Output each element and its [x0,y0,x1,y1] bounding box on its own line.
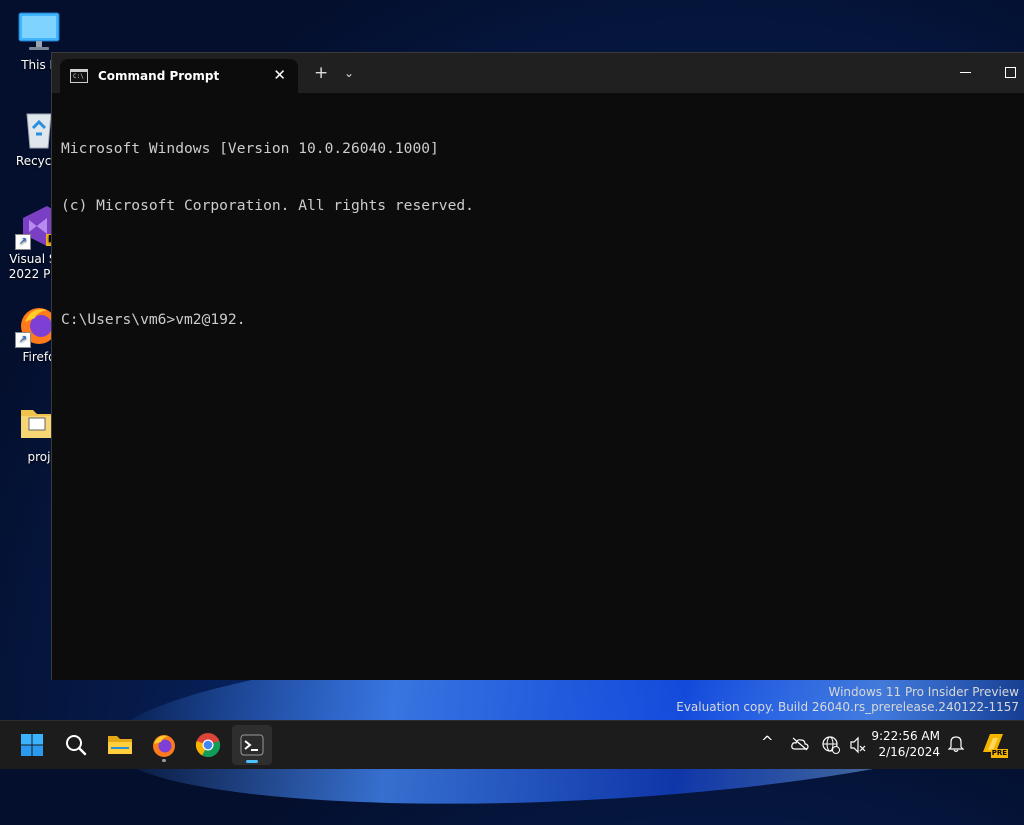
show-hidden-icons-chevron-icon[interactable]: ^ [761,733,774,751]
active-indicator [246,760,258,763]
notification-bell-icon[interactable] [947,735,965,757]
taskbar: ^ 9:22:56 AM 2/16/2024 PRE [0,720,1024,769]
tab-dropdown-button[interactable]: ⌄ [344,64,354,82]
running-indicator [162,759,166,762]
file-explorer-icon [108,736,132,754]
firefox-icon [153,735,175,757]
clock-date: 2/16/2024 [878,745,940,759]
taskbar-clock[interactable]: 9:22:56 AM 2/16/2024 [871,728,940,760]
tab-title: Command Prompt [98,69,220,83]
tab-command-prompt[interactable]: C:\ Command Prompt ✕ [60,59,298,93]
start-button[interactable] [12,725,52,765]
evaluation-watermark: Windows 11 Pro Insider Preview Evaluatio… [676,685,1019,715]
shortcut-arrow-icon: ↗ [15,234,31,250]
volume-muted-icon[interactable] [849,736,867,758]
cmd-glyph: C:\ [73,73,84,80]
onedrive-offline-icon[interactable] [791,737,809,755]
close-tab-icon[interactable]: ✕ [273,67,286,83]
chrome-button[interactable] [188,725,228,765]
watermark-edition: Windows 11 Pro Insider Preview [828,685,1019,699]
command-prompt-icon: C:\ [70,69,88,83]
new-tab-button[interactable]: + [314,63,328,83]
firefox-button[interactable] [144,725,184,765]
command-prompt-line[interactable]: C:\Users\vm6>vm2@192. [61,310,1016,329]
start-icon [21,734,43,756]
title-bar[interactable]: C:\ Command Prompt ✕ + ⌄ [52,53,1024,93]
minimize-button[interactable] [958,63,974,79]
chrome-icon [195,733,221,758]
terminal-icon [240,734,264,756]
clock-time: 9:22:56 AM [871,729,940,743]
monitor-icon [17,10,61,54]
maximize-button[interactable] [1005,67,1016,78]
terminal-window[interactable]: C:\ Command Prompt ✕ + ⌄ Microsoft Windo… [51,52,1024,680]
shortcut-arrow-icon: ↗ [15,332,31,348]
copilot-preview-icon[interactable]: PRE [980,730,1008,758]
search-button[interactable] [56,725,96,765]
console-line: Microsoft Windows [Version 10.0.26040.10… [61,140,439,157]
console-line: (c) Microsoft Corporation. All rights re… [61,197,474,214]
console-output[interactable]: Microsoft Windows [Version 10.0.26040.10… [52,93,1024,375]
watermark-build: Evaluation copy. Build 26040.rs_prerelea… [676,700,1019,714]
terminal-button[interactable] [232,725,272,765]
file-explorer-button[interactable] [100,725,140,765]
copilot-badge: PRE [990,749,1008,758]
search-icon [66,735,87,756]
network-globe-icon[interactable] [822,736,840,758]
